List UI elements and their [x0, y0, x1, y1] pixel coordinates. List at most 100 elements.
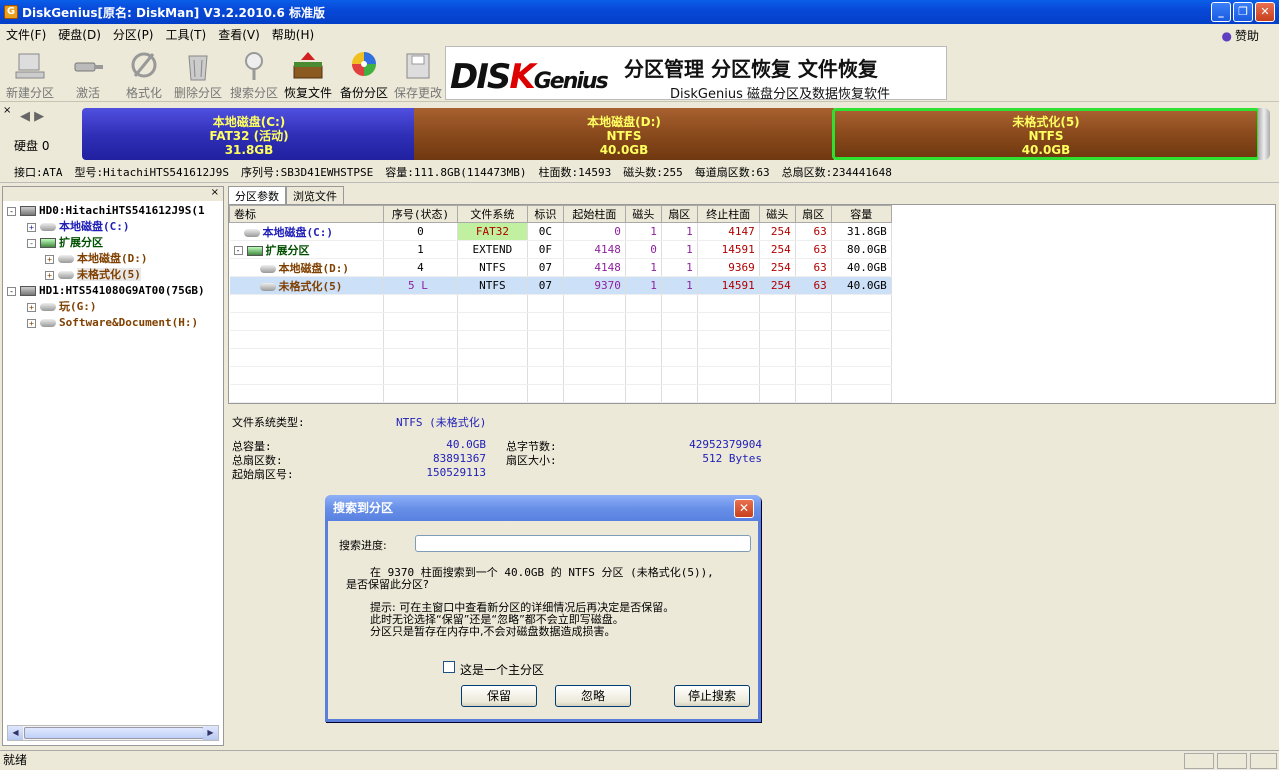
partition-u-fs: NTFS [1028, 129, 1064, 143]
tree-item-h[interactable]: + Software&Document(H:) [27, 315, 198, 331]
scroll-right-icon[interactable]: ▶ [203, 726, 218, 740]
cell-end-sector: 63 [795, 276, 832, 295]
tree-item-d[interactable]: + 本地磁盘(D:) [45, 251, 148, 267]
diskgenius-banner[interactable]: DISKGenius 分区管理 分区恢复 文件恢复 DiskGenius 磁盘分… [445, 46, 947, 100]
stop-search-button[interactable]: 停止搜索 [674, 685, 750, 707]
col-end-sector[interactable]: 扇区 [794, 205, 832, 223]
cell-start-sector: 1 [661, 276, 698, 295]
tree-label: HD0:HitachiHTS541612J9S(1 [39, 204, 205, 217]
tree-item-unformatted[interactable]: + 未格式化(5) [45, 267, 141, 283]
title-bar: G DiskGenius[原名: DiskMan] V3.2.2010.6 标准… [0, 0, 1279, 24]
tree-expander[interactable]: - [7, 206, 16, 216]
info-capacity: 容量:111.8GB(114473MB) [385, 166, 527, 179]
cell-capacity: 40.0GB [831, 276, 892, 295]
info-heads: 磁头数:255 [623, 166, 683, 179]
dialog-close-button[interactable]: ✕ [734, 499, 754, 518]
tree-expander[interactable]: - [27, 238, 36, 248]
cell-filesystem: NTFS [457, 258, 528, 277]
table-row[interactable]: 本地磁盘(D:) 4 NTFS 07 4148 1 1 9369 254 63 40.0GB [229, 258, 1275, 277]
partition-icon [58, 255, 74, 263]
table-row[interactable]: - 扩展分区 1 EXTEND 0F 4148 0 1 14591 254 63 80.0GB [229, 240, 1275, 259]
donate-link[interactable]: ● 赞助 [1222, 27, 1260, 44]
status-pane-2 [1217, 753, 1247, 769]
search-partition-button[interactable]: 搜索分区 [226, 48, 282, 100]
partition-icon [259, 264, 276, 273]
col-start-head[interactable]: 磁头 [624, 205, 662, 223]
close-button[interactable]: ✕ [1255, 2, 1275, 22]
delete-partition-button[interactable]: 删除分区 [170, 48, 226, 100]
disk-nav-arrows[interactable]: ◀ ▶ [20, 109, 44, 124]
keep-button[interactable]: 保留 [461, 685, 537, 707]
tree-expander[interactable]: + [27, 222, 36, 232]
tab-partition-params[interactable]: 分区参数 [228, 186, 286, 204]
empty-row [229, 348, 1276, 367]
ignore-button[interactable]: 忽略 [555, 685, 631, 707]
col-filesystem[interactable]: 文件系统 [456, 205, 528, 223]
save-changes-icon [406, 53, 430, 79]
backup-partition-button[interactable]: 备份分区 [336, 48, 392, 100]
primary-partition-checkbox[interactable] [443, 661, 455, 673]
row-label: 本地磁盘(C:) [262, 225, 334, 239]
tree-item-c[interactable]: + 本地磁盘(C:) [27, 219, 130, 235]
diskmap-partition-c[interactable]: 本地磁盘(C:) FAT32 (活动) 31.8GB [82, 108, 416, 160]
cell-volume-label: 未格式化(5) [229, 276, 384, 295]
scroll-left-icon[interactable]: ◀ [8, 726, 23, 740]
menu-tools[interactable]: 工具(T) [160, 26, 213, 43]
dialog-title: 搜索到分区 [325, 495, 761, 521]
partition-icon [40, 319, 56, 327]
save-changes-button[interactable]: 保存更改 [390, 48, 446, 100]
disk-map-close-icon[interactable]: × [3, 105, 11, 116]
maximize-button[interactable]: ❐ [1233, 2, 1253, 22]
disk-tree-panel: × - HD0:HitachiHTS541612J9S(1 + 本地磁盘(C:) -… [2, 186, 224, 746]
cell-filesystem: FAT32 [457, 222, 528, 241]
col-end-head[interactable]: 磁头 [758, 205, 796, 223]
table-row[interactable]: 本地磁盘(C:) 0 FAT32 0C 0 1 1 4147 254 63 31.8GB [229, 222, 1275, 241]
tree-item-g[interactable]: + 玩(G:) [27, 299, 97, 315]
tree-item-extended[interactable]: - 扩展分区 [27, 235, 103, 251]
disk-label: 硬盘 0 [14, 139, 50, 153]
cell-start-cyl: 0 [563, 222, 626, 241]
col-volume-label[interactable]: 卷标 [229, 205, 384, 223]
diskmap-partition-d[interactable]: 本地磁盘(D:) NTFS 40.0GB [414, 108, 834, 160]
tree-label: HD1:HTS541080G9AT00(75GB) [39, 284, 205, 297]
tree-expander[interactable]: + [45, 270, 54, 280]
tree-horizontal-scrollbar[interactable]: ◀ ▶ [7, 725, 219, 741]
new-partition-button[interactable]: 新建分区 [2, 48, 58, 100]
tree-expander[interactable]: + [27, 302, 36, 312]
col-id[interactable]: 标识 [526, 205, 564, 223]
table-body: 本地磁盘(C:) 0 FAT32 0C 0 1 1 4147 254 63 31.8GB - 扩展分区 1… [229, 222, 1276, 403]
activate-button[interactable]: 激活 [60, 48, 116, 100]
menu-disk[interactable]: 硬盘(D) [52, 26, 107, 43]
col-index[interactable]: 序号(状态) [382, 205, 458, 223]
tab-browse-files[interactable]: 浏览文件 [286, 186, 344, 204]
tree-expander[interactable]: + [45, 254, 54, 264]
menu-file[interactable]: 文件(F) [0, 26, 52, 43]
format-button[interactable]: 格式化 [116, 48, 172, 100]
col-start-cyl[interactable]: 起始柱面 [562, 205, 626, 223]
diskmap-partition-unformatted[interactable]: 未格式化(5) NTFS 40.0GB [832, 108, 1260, 160]
diskmap-end-cap [1258, 108, 1270, 160]
col-start-sector[interactable]: 扇区 [660, 205, 698, 223]
activate-icon [74, 62, 103, 72]
row-expander[interactable]: - [233, 246, 243, 255]
col-end-cyl[interactable]: 终止柱面 [696, 205, 760, 223]
menu-view[interactable]: 查看(V) [212, 26, 266, 43]
tree-expander[interactable]: + [27, 318, 36, 328]
cell-capacity: 40.0GB [831, 258, 892, 277]
tree-item-hd0[interactable]: - HD0:HitachiHTS541612J9S(1 [7, 203, 205, 219]
table-row[interactable]: 未格式化(5) 5 L NTFS 07 9370 1 1 14591 254 63 40.0GB [229, 276, 1275, 295]
tree-item-hd1[interactable]: - HD1:HTS541080G9AT00(75GB) [7, 283, 205, 299]
cell-end-head: 254 [759, 222, 796, 241]
recover-files-button[interactable]: 恢复文件 [280, 48, 336, 100]
disk-info-line: 接口:ATA 型号:HitachiHTS541612J9S 序列号:SB3D41EW… [0, 163, 1279, 183]
minimize-button[interactable]: _ [1211, 2, 1231, 22]
tree-label: 扩展分区 [59, 236, 103, 249]
menu-help[interactable]: 帮助(H) [266, 26, 320, 43]
cell-end-cyl: 14591 [697, 240, 760, 259]
tree-expander[interactable]: - [7, 286, 16, 296]
col-capacity[interactable]: 容量 [830, 205, 892, 223]
menu-partition[interactable]: 分区(P) [107, 26, 160, 43]
scroll-thumb[interactable] [24, 727, 204, 739]
partition-d-size: 40.0GB [599, 143, 649, 157]
tree-close-icon[interactable]: × [211, 187, 219, 198]
